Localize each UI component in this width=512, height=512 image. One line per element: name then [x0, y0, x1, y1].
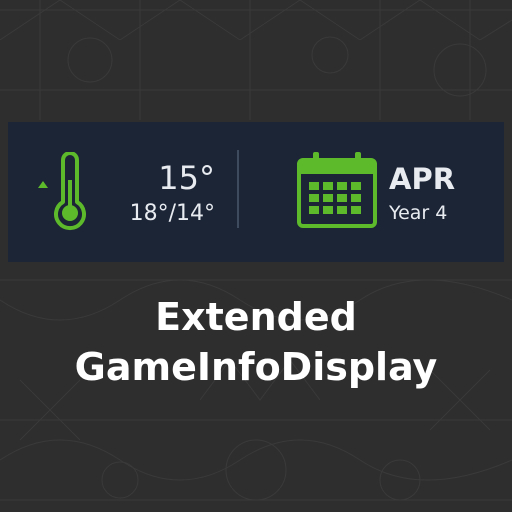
- calendar-icon: [297, 152, 377, 228]
- mod-title: Extended GameInfoDisplay: [0, 292, 512, 392]
- divider: [237, 150, 239, 228]
- temperature-range: 18°/14°: [129, 201, 215, 226]
- arrow-up-icon: [38, 181, 48, 188]
- title-line-1: Extended: [155, 295, 357, 339]
- thermometer-icon: [54, 152, 86, 231]
- title-line-2: GameInfoDisplay: [74, 345, 438, 389]
- month-label: APR: [389, 162, 456, 196]
- current-temperature: 15°: [158, 159, 215, 197]
- year-label: Year 4: [389, 202, 448, 224]
